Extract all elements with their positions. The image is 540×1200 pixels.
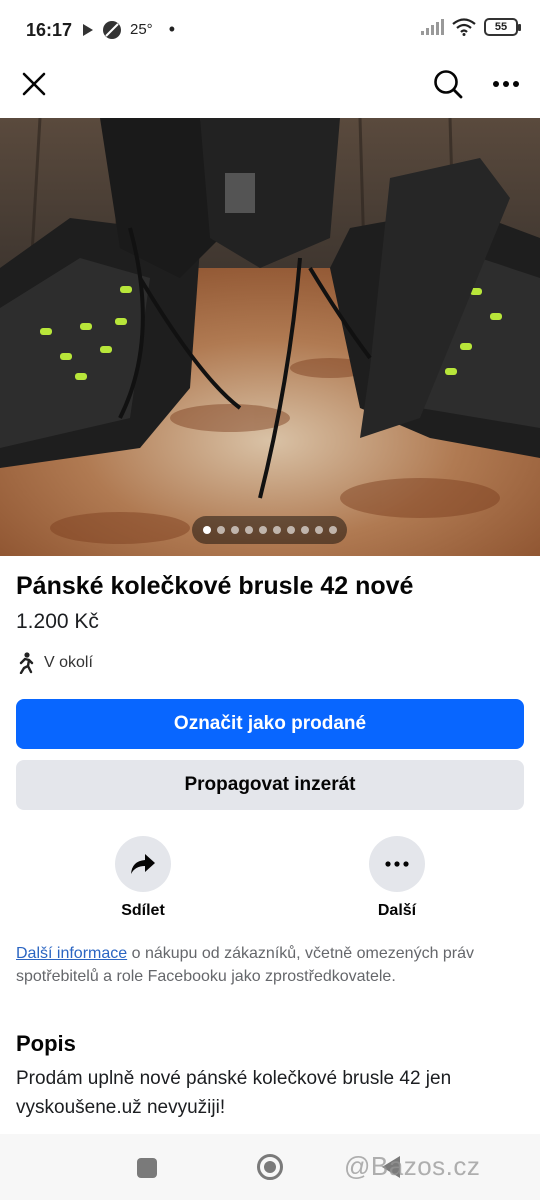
- more-horizontal-icon: [385, 861, 409, 867]
- wifi-icon: [452, 18, 476, 36]
- listing-price: 1.200 Kč: [16, 610, 99, 633]
- carousel-dot: [286, 526, 295, 534]
- share-action[interactable]: Sdílet: [83, 836, 203, 920]
- carousel-dot: [244, 526, 253, 534]
- walking-person-icon: [19, 652, 34, 674]
- watermark: @Bazos.cz: [344, 1151, 481, 1181]
- carousel-dot: [328, 526, 337, 534]
- recents-button[interactable]: [137, 1158, 157, 1178]
- more-info-link[interactable]: Další informace: [16, 945, 127, 962]
- more-horizontal-icon: [493, 81, 519, 87]
- status-bar: 16:17 25° • 55: [0, 0, 540, 60]
- share-label: Sdílet: [121, 902, 165, 919]
- more-action[interactable]: Další: [337, 836, 457, 920]
- temperature: 25°: [130, 21, 153, 38]
- share-button[interactable]: [115, 836, 171, 892]
- battery-indicator: 55: [484, 18, 521, 36]
- listing-photo[interactable]: [0, 118, 540, 556]
- carousel-indicator: [192, 516, 347, 544]
- description-heading: Popis: [16, 1031, 76, 1056]
- no-entry-icon: [103, 20, 121, 39]
- listing-location: V okolí: [16, 652, 93, 674]
- listing-title: Pánské kolečkové brusle 42 nové: [16, 572, 414, 600]
- location-text: V okolí: [44, 654, 93, 671]
- carousel-dot: [272, 526, 281, 534]
- status-notification-icons: 25° •: [82, 19, 175, 40]
- android-nav-bar: @Bazos.cz: [0, 1134, 540, 1200]
- close-button[interactable]: [14, 64, 54, 104]
- status-right: 55: [420, 18, 521, 36]
- search-icon: [434, 70, 463, 99]
- close-icon: [22, 72, 46, 96]
- signal-icon: [421, 19, 444, 35]
- dot-icon: •: [168, 19, 175, 39]
- share-arrow-icon: [131, 854, 155, 874]
- more-options-button[interactable]: [486, 64, 526, 104]
- roller-skates-image: [0, 118, 540, 556]
- status-time: 16:17: [26, 20, 73, 40]
- mark-as-sold-button[interactable]: Označit jako prodané: [16, 699, 524, 749]
- promote-listing-button[interactable]: Propagovat inzerát: [16, 760, 524, 810]
- carousel-dot: [216, 526, 225, 534]
- carousel-dot: [314, 526, 323, 534]
- search-button[interactable]: [428, 64, 468, 104]
- more-button[interactable]: [369, 836, 425, 892]
- carousel-dot: [300, 526, 309, 534]
- consumer-info: Další informace o nákupu od zákazníků, v…: [16, 942, 516, 988]
- carousel-dot: [230, 526, 239, 534]
- top-bar: [0, 60, 540, 118]
- play-store-icon: [83, 23, 93, 36]
- description-text: Prodám uplně nové pánské kolečkové brusl…: [16, 1068, 452, 1118]
- carousel-dot: [202, 526, 211, 534]
- more-label: Další: [377, 902, 417, 919]
- home-button[interactable]: [257, 1154, 283, 1180]
- carousel-dot: [258, 526, 267, 534]
